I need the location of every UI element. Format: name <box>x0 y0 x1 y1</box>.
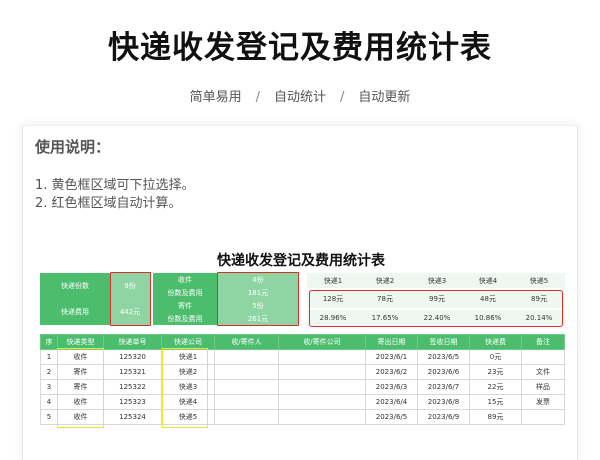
feature-tags: 简单易用 / 自动统计 / 自动更新 <box>0 86 600 105</box>
courier-name: 快递3 <box>411 273 463 288</box>
instruction-line-2: 2. 红色框区域自动计算。 <box>35 196 182 211</box>
receive-fee-label: 份数及费用 <box>153 286 217 299</box>
tag-separator: / <box>255 90 260 105</box>
send-date-cell[interactable]: 2023/6/2 <box>365 364 418 380</box>
table-row: 4 收件 125323 快递4 2023/6/4 2023/6/8 15元 发票 <box>40 394 565 410</box>
column-header: 序 <box>40 334 58 350</box>
column-header: 快递费 <box>469 334 522 350</box>
receive-label: 收件 <box>153 273 217 286</box>
auto-calc-frame <box>309 290 563 327</box>
fee-label: 快递费用 <box>40 299 110 325</box>
table-row: 5 收件 125324 快递5 2023/6/5 2023/6/9 89元 <box>40 409 565 425</box>
row-index: 3 <box>40 379 58 395</box>
fee-cell[interactable]: 15元 <box>469 394 522 410</box>
sign-date-cell[interactable]: 2023/6/8 <box>417 394 470 410</box>
party-company-cell[interactable] <box>278 364 366 380</box>
tracking-number-cell[interactable]: 125324 <box>103 409 162 425</box>
note-cell[interactable]: 文件 <box>521 364 565 380</box>
courier-name: 快递2 <box>359 273 411 288</box>
sign-date-cell[interactable]: 2023/6/9 <box>417 409 470 425</box>
row-index: 4 <box>40 394 58 410</box>
auto-calc-frame <box>217 272 299 326</box>
column-header: 备注 <box>521 334 565 350</box>
send-date-cell[interactable]: 2023/6/5 <box>365 409 418 425</box>
tag-separator: / <box>340 90 345 105</box>
courier-name: 快递4 <box>463 273 513 288</box>
instruction-line-1: 1. 黄色框区域可下拉选择。 <box>35 178 195 193</box>
note-cell[interactable]: 发票 <box>521 394 565 410</box>
table-row: 1 收件 125320 快递1 2023/6/1 2023/6/5 0元 <box>40 349 565 365</box>
person-cell[interactable] <box>214 394 279 410</box>
send-date-cell[interactable]: 2023/6/1 <box>365 349 418 365</box>
tracking-number-cell[interactable]: 125321 <box>103 364 162 380</box>
fee-cell[interactable]: 23元 <box>469 364 522 380</box>
row-index: 2 <box>40 364 58 380</box>
send-date-cell[interactable]: 2023/6/3 <box>365 379 418 395</box>
table-row: 2 寄件 125321 快递2 2023/6/2 2023/6/6 23元 文件 <box>40 364 565 380</box>
auto-calc-frame <box>110 272 151 326</box>
courier-name: 快递5 <box>513 273 565 288</box>
column-header: 收/寄件公司 <box>278 334 366 350</box>
sign-date-cell[interactable]: 2023/6/6 <box>417 364 470 380</box>
tag-auto-stat: 自动统计 <box>273 90 326 105</box>
table-header-row: 序 快递类型 快递单号 快递公司 收/寄件人 收/寄件公司 寄出日期 签收日期 … <box>40 334 565 350</box>
register-table: 序 快递类型 快递单号 快递公司 收/寄件人 收/寄件公司 寄出日期 签收日期 … <box>40 334 565 425</box>
fee-cell[interactable]: 22元 <box>469 379 522 395</box>
table-row: 3 寄件 125322 快递3 2023/6/3 2023/6/7 22元 样品 <box>40 379 565 395</box>
fee-cell[interactable]: 89元 <box>469 409 522 425</box>
column-header: 收/寄件人 <box>214 334 279 350</box>
party-company-cell[interactable] <box>278 394 366 410</box>
person-cell[interactable] <box>214 364 279 380</box>
tag-easy: 简单易用 <box>189 90 242 105</box>
row-index: 1 <box>40 349 58 365</box>
note-cell[interactable] <box>521 409 565 425</box>
party-company-cell[interactable] <box>278 379 366 395</box>
count-label: 快递份数 <box>40 273 110 299</box>
sign-date-cell[interactable]: 2023/6/7 <box>417 379 470 395</box>
tracking-number-cell[interactable]: 125323 <box>103 394 162 410</box>
row-index: 5 <box>40 409 58 425</box>
send-fee-label: 份数及费用 <box>153 312 217 325</box>
column-header: 寄出日期 <box>365 334 418 350</box>
person-cell[interactable] <box>214 409 279 425</box>
page-title: 快递收发登记及费用统计表 <box>108 30 492 66</box>
note-cell[interactable]: 样品 <box>521 379 565 395</box>
instructions-heading: 使用说明： <box>35 138 111 156</box>
column-header: 签收日期 <box>417 334 470 350</box>
dropdown-frame-company <box>162 348 208 428</box>
send-label: 寄件 <box>153 299 217 312</box>
column-header: 快递单号 <box>103 334 162 350</box>
dropdown-frame-type <box>57 348 104 428</box>
party-company-cell[interactable] <box>278 409 366 425</box>
tracking-number-cell[interactable]: 125320 <box>103 349 162 365</box>
party-company-cell[interactable] <box>278 349 366 365</box>
send-date-cell[interactable]: 2023/6/4 <box>365 394 418 410</box>
sheet-title: 快递收发登记及费用统计表 <box>217 253 385 269</box>
sign-date-cell[interactable]: 2023/6/5 <box>417 349 470 365</box>
person-cell[interactable] <box>214 379 279 395</box>
note-cell[interactable] <box>521 349 565 365</box>
preview-card: 使用说明： 1. 黄色框区域可下拉选择。 2. 红色框区域自动计算。 快递收发登… <box>22 125 578 460</box>
person-cell[interactable] <box>214 349 279 365</box>
fee-cell[interactable]: 0元 <box>469 349 522 365</box>
courier-name: 快递1 <box>307 273 359 288</box>
tracking-number-cell[interactable]: 125322 <box>103 379 162 395</box>
tag-auto-update: 自动更新 <box>358 90 411 105</box>
